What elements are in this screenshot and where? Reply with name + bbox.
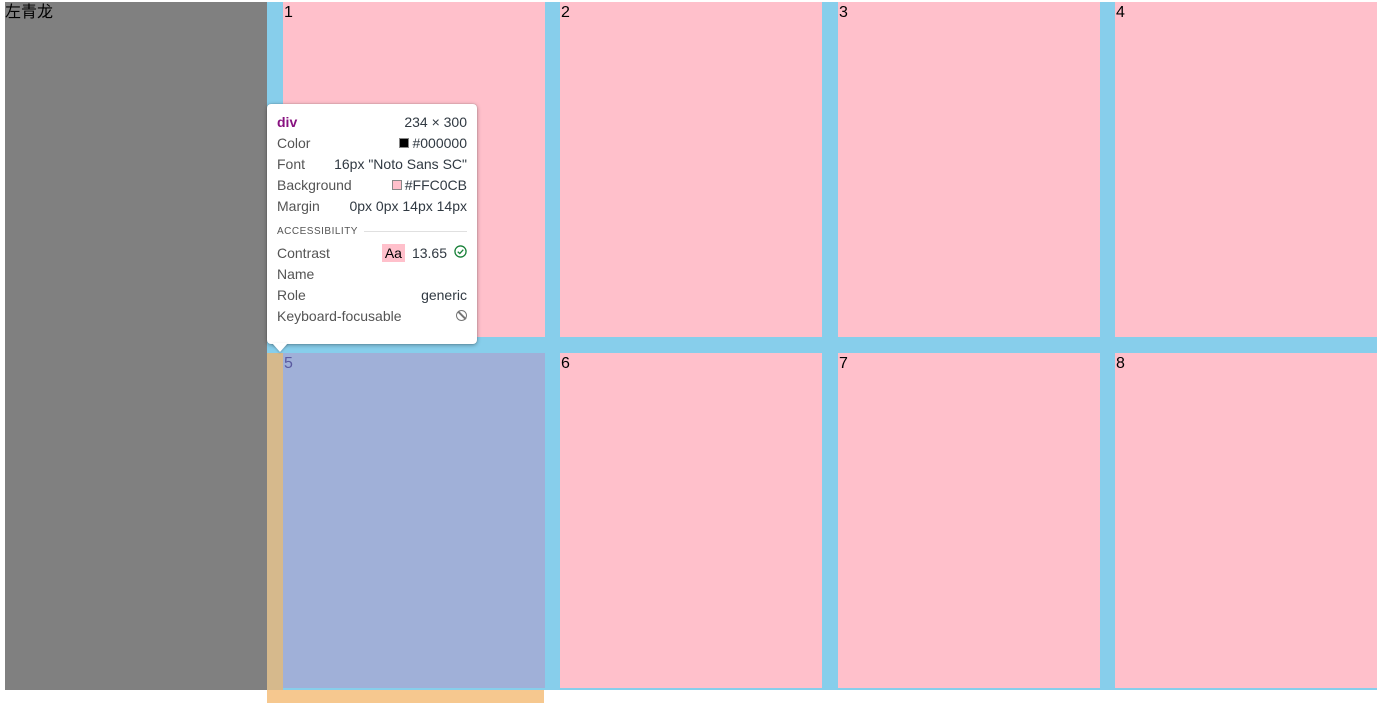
cell-label: 4 (1116, 4, 1125, 21)
grid-cell-6: 6 (560, 353, 822, 688)
margin-overlay-left (267, 353, 283, 690)
color-swatch-icon (399, 137, 410, 148)
grid-cell-4: 4 (1115, 2, 1377, 337)
left-panel-label: 左青龙 (5, 4, 54, 21)
background-label: Background (277, 176, 352, 193)
grid-cell-2: 2 (560, 2, 822, 337)
cell-label: 6 (561, 355, 570, 372)
background-value: #FFC0CB (404, 176, 467, 193)
focusable-label: Keyboard-focusable (277, 307, 402, 324)
grid-cell-3: 3 (838, 2, 1100, 337)
cell-label: 8 (1116, 355, 1125, 372)
cell-label: 2 (561, 4, 570, 21)
background-swatch-icon (391, 179, 402, 190)
tooltip-row-focusable: Keyboard-focusable (277, 305, 467, 326)
contrast-badge: Aa (381, 243, 405, 262)
check-circle-icon (454, 244, 467, 261)
grid-cell-7: 7 (838, 353, 1100, 688)
margin-value: 0px 0px 14px 14px (349, 197, 467, 214)
element-tag: div (277, 113, 298, 130)
tooltip-row-margin: Margin 0px 0px 14px 14px (277, 195, 467, 216)
accessibility-heading: ACCESSIBILITY (277, 220, 467, 242)
element-dimensions: 234 × 300 (404, 113, 467, 130)
contrast-label: Contrast (277, 244, 330, 261)
cell-label: 5 (284, 355, 293, 372)
tooltip-row-color: Color #000000 (277, 132, 467, 153)
contrast-value: 13.65 (411, 244, 447, 261)
font-value: 16px "Noto Sans SC" (334, 155, 467, 172)
grid-cell-5[interactable]: 5 (283, 353, 545, 688)
font-label: Font (277, 155, 306, 172)
tooltip-row-background: Background #FFC0CB (277, 174, 467, 195)
tooltip-arrow (272, 343, 288, 352)
tooltip-row-contrast: Contrast Aa 13.65 (277, 242, 467, 263)
color-value: #000000 (412, 134, 467, 151)
role-value: generic (421, 286, 467, 303)
not-focusable-icon (456, 310, 467, 321)
name-label: Name (277, 265, 315, 282)
role-label: Role (277, 286, 306, 303)
inspect-tooltip: div 234 × 300 Color #000000 Font 16px "N… (267, 104, 477, 344)
margin-overlay-bottom (267, 690, 544, 703)
tooltip-row-font: Font 16px "Noto Sans SC" (277, 153, 467, 174)
cell-label: 1 (284, 4, 293, 21)
left-panel: 左青龙 (5, 2, 267, 690)
accessibility-heading-text: ACCESSIBILITY (277, 225, 358, 237)
margin-label: Margin (277, 197, 320, 214)
cell-label: 3 (839, 4, 848, 21)
tooltip-header: div 234 × 300 (277, 111, 467, 132)
tooltip-row-name: Name (277, 263, 467, 284)
divider (363, 230, 467, 232)
cell-label: 7 (839, 355, 848, 372)
grid-cell-8: 8 (1115, 353, 1377, 688)
color-label: Color (277, 134, 311, 151)
tooltip-row-role: Role generic (277, 284, 467, 305)
